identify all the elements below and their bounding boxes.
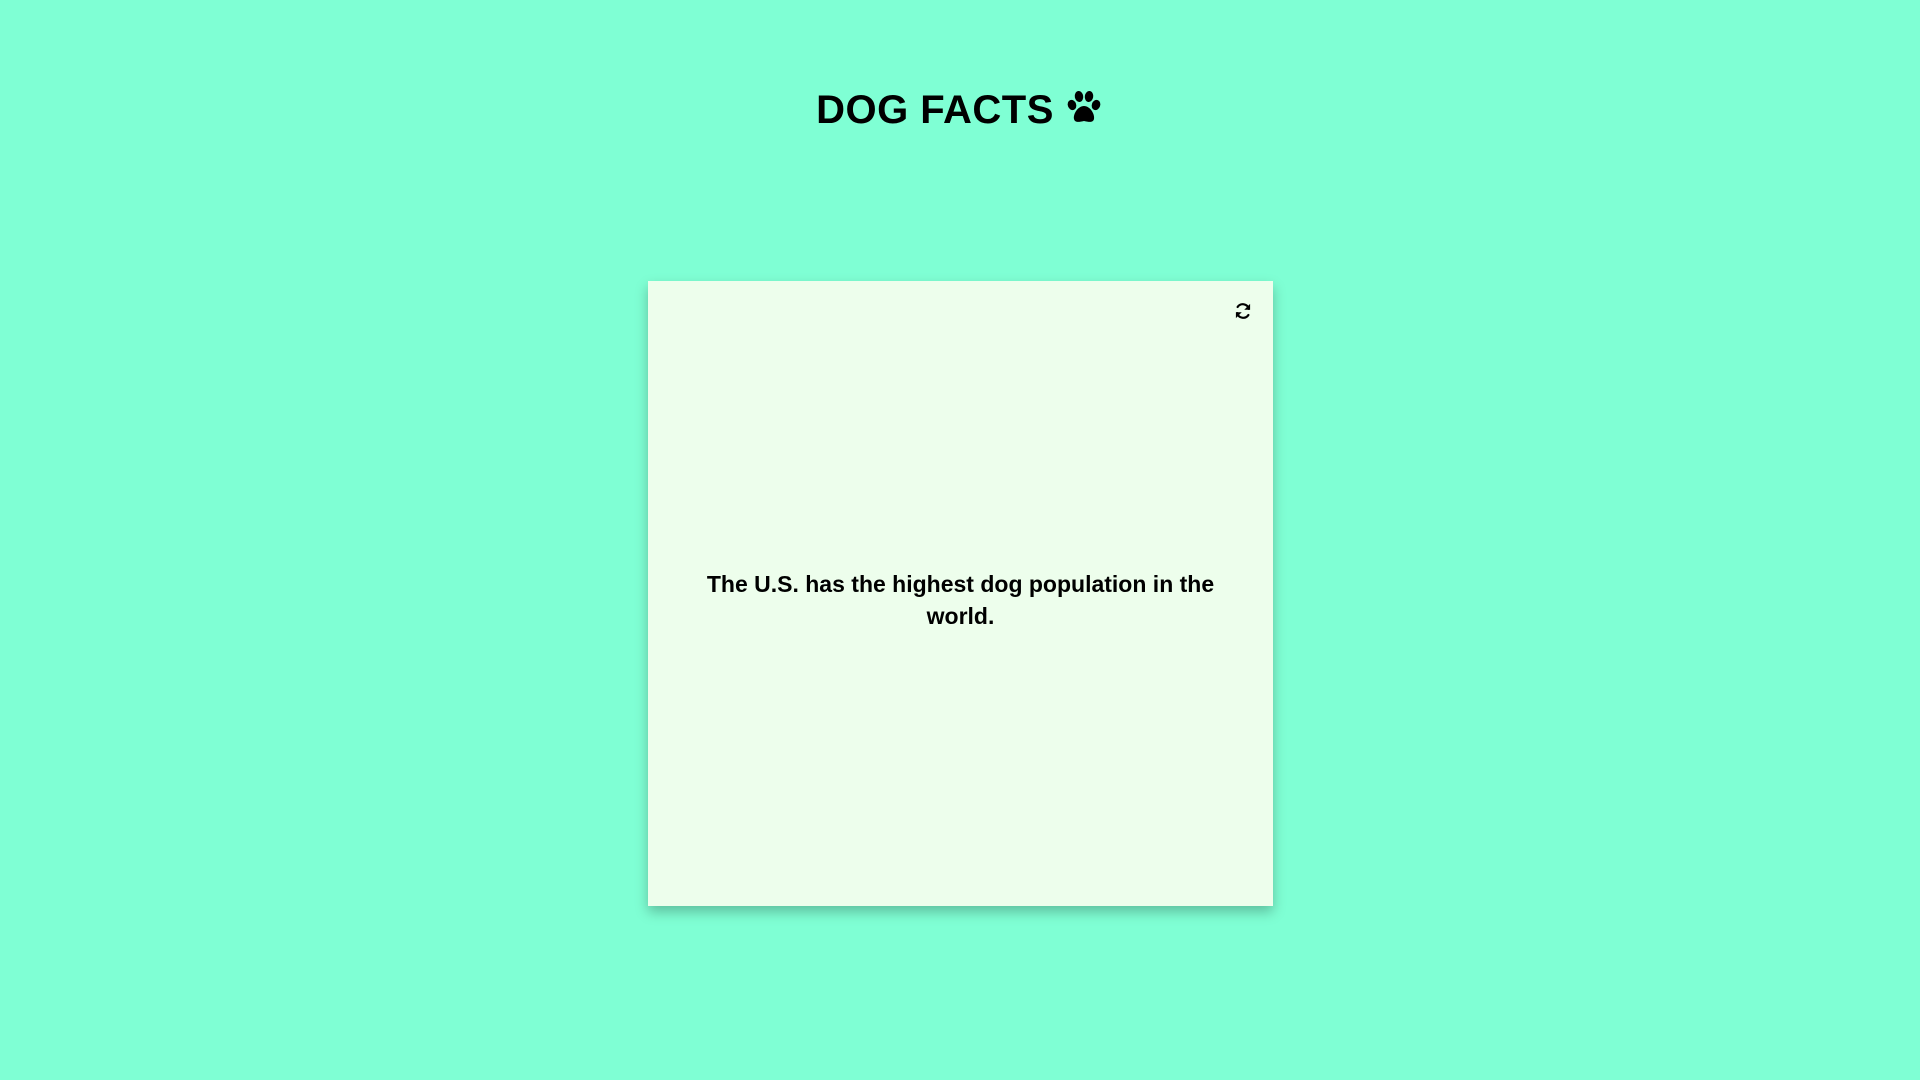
- page: { "header": { "title": "DOG FACTS", "ico…: [0, 0, 1920, 1080]
- fact-card: The U.S. has the highest dog population …: [648, 281, 1273, 906]
- fact-text: The U.S. has the highest dog population …: [706, 570, 1215, 629]
- refresh-icon: [1235, 303, 1251, 319]
- header: DOG FACTS: [0, 84, 1920, 136]
- paw-icon: [1064, 88, 1104, 128]
- refresh-button[interactable]: [1229, 297, 1257, 325]
- page-title: DOG FACTS: [816, 88, 1054, 132]
- title-wrap: DOG FACTS: [816, 84, 1104, 136]
